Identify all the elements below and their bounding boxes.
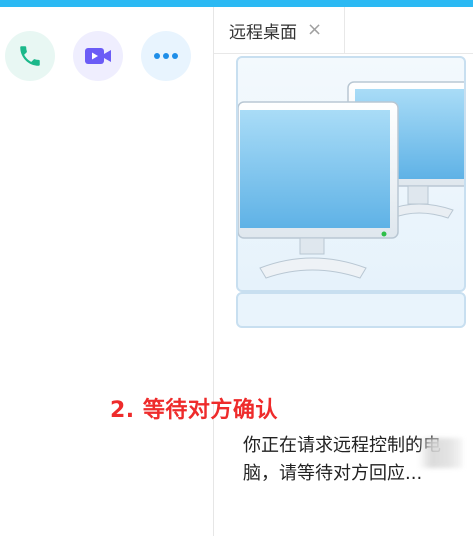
video-call-button[interactable] [73,31,123,81]
chat-pane [0,7,213,536]
window-top-bar [0,0,473,7]
voice-call-button[interactable] [5,31,55,81]
redaction-blur [418,438,463,468]
tab-remote-desktop[interactable]: 远程桌面 × [214,7,345,53]
remote-desktop-illustration [236,56,466,292]
illustration-base [236,292,466,328]
step-annotation: 2. 等待对方确认 [110,398,278,423]
monitors-icon [238,81,464,279]
close-icon[interactable]: × [307,21,322,39]
video-camera-icon [85,48,111,64]
tab-bar: 远程桌面 × [214,7,473,54]
more-options-button[interactable] [141,31,191,81]
tab-label: 远程桌面 [229,22,297,43]
phone-icon [20,46,40,66]
more-icon [154,53,178,59]
